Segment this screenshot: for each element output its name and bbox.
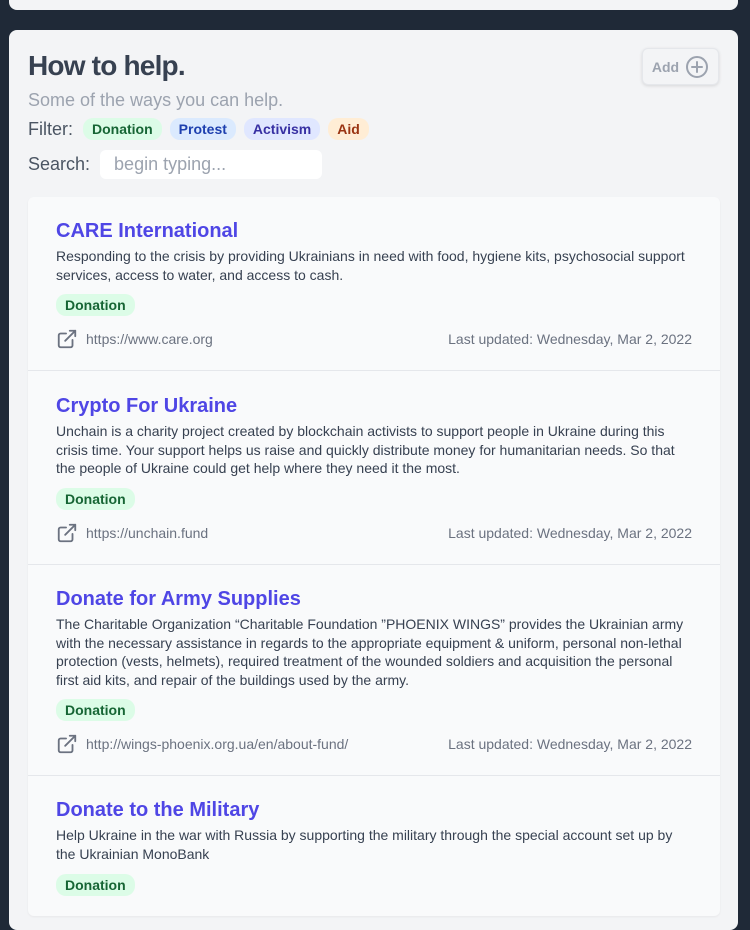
item-description: Help Ukraine in the war with Russia by s… (56, 827, 673, 862)
item-description: Unchain is a charity project created by … (56, 423, 675, 477)
item-link[interactable]: https://www.care.org (56, 328, 213, 350)
filter-tag-aid[interactable]: Aid (328, 118, 369, 140)
list-item: Donate to the Military Help Ukraine in t… (28, 776, 720, 915)
item-url: http://wings-phoenix.org.ua/en/about-fun… (86, 736, 349, 753)
list-item: CARE International Responding to the cri… (28, 197, 720, 372)
item-url: https://www.care.org (86, 331, 213, 348)
resource-list: CARE International Responding to the cri… (28, 197, 720, 916)
page-subtitle: Some of the ways you can help. (28, 90, 284, 110)
item-description: The Charitable Organization “Charitable … (56, 615, 684, 688)
external-link-icon (57, 330, 77, 349)
search-label: Search: (28, 154, 91, 174)
list-item: Donate for Army Supplies The Charitable … (28, 565, 720, 777)
list-item: Crypto For Ukraine Unchain is a charity … (28, 371, 720, 565)
plus-circle-icon (686, 55, 709, 78)
item-updated: Last updated: Wednesday, Mar 2, 2022 (448, 524, 692, 541)
item-link[interactable]: http://wings-phoenix.org.ua/en/about-fun… (56, 733, 348, 755)
item-tag[interactable]: Donation (56, 873, 135, 896)
search-row: Search: (28, 150, 323, 179)
item-url: https://unchain.fund (86, 524, 209, 541)
filter-tag-activism[interactable]: Activism (243, 118, 321, 140)
item-title[interactable]: Donate for Army Supplies (56, 587, 692, 611)
external-link-icon (57, 523, 77, 543)
item-tag[interactable]: Donation (56, 699, 135, 722)
previous-card (9, 0, 738, 10)
item-title[interactable]: Crypto For Ukraine (56, 394, 692, 418)
item-tag[interactable]: Donation (56, 294, 135, 317)
filter-label: Filter: (28, 118, 73, 139)
item-tag[interactable]: Donation (56, 487, 135, 510)
external-link-icon (57, 735, 77, 754)
add-button-label: Add (651, 58, 680, 75)
item-title[interactable]: Donate to the Military (56, 798, 692, 822)
add-button[interactable]: Add (642, 48, 719, 85)
help-panel: How to help. Some of the ways you can he… (9, 30, 738, 930)
filter-tag-protest[interactable]: Protest (169, 118, 236, 140)
search-input[interactable] (100, 150, 323, 179)
filter-row: Filter: Donation Protest Activism Aid (28, 118, 369, 140)
filter-tag-donation[interactable]: Donation (83, 118, 162, 140)
item-title[interactable]: CARE International (56, 219, 692, 243)
item-updated: Last updated: Wednesday, Mar 2, 2022 (448, 736, 692, 753)
item-description: Responding to the crisis by providing Uk… (56, 248, 685, 283)
item-updated: Last updated: Wednesday, Mar 2, 2022 (448, 331, 692, 348)
page-title: How to help. (28, 50, 186, 81)
item-link[interactable]: https://unchain.fund (56, 522, 208, 544)
